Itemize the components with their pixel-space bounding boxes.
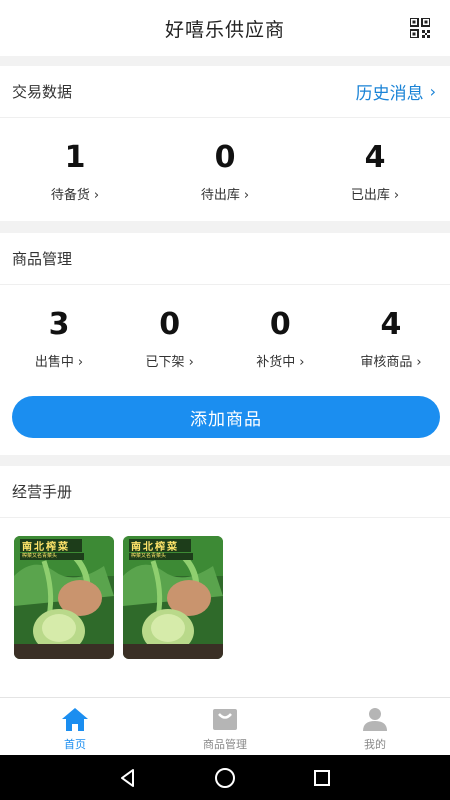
history-messages-link[interactable]: 历史消息 › — [356, 79, 436, 104]
stat-pending-outbound[interactable]: 0 待出库 › — [170, 140, 280, 203]
app-header: 好嘻乐供应商 — [0, 0, 450, 56]
business-manual-title: 经营手册 — [12, 483, 73, 501]
stat-delisted[interactable]: 0 已下架 › — [115, 307, 225, 370]
chevron-right-icon: › — [243, 188, 250, 203]
chevron-right-icon: › — [93, 188, 100, 203]
chevron-right-icon: › — [77, 355, 84, 370]
trade-data-title: 交易数据 — [12, 83, 73, 101]
thumbnail-caption: 南北榨菜 — [131, 542, 179, 553]
tab-mine[interactable]: 我的 — [300, 698, 450, 755]
home-icon — [62, 708, 88, 731]
stat-under-review[interactable]: 4 审核商品 › — [336, 307, 446, 370]
recents-icon[interactable] — [312, 768, 332, 788]
chevron-right-icon: › — [416, 355, 422, 370]
bottom-tab-bar: 首页 商品管理 我的 — [0, 697, 450, 755]
chevron-right-icon: › — [188, 355, 194, 370]
tab-home[interactable]: 首页 — [0, 698, 150, 755]
chevron-right-icon: › — [299, 355, 305, 370]
system-navigation-bar — [0, 755, 450, 800]
manual-article-thumbnail[interactable]: 南北榨菜 榨菜又名青菜头 — [123, 536, 223, 659]
stat-restocking[interactable]: 0 补货中 › — [225, 307, 335, 370]
trade-data-card: 交易数据 历史消息 › 1 待备货 › 0 待出库 › 4 已出库 › — [0, 66, 450, 221]
thumbnail-subcaption: 榨菜又名青菜头 — [22, 553, 58, 559]
chevron-right-icon: › — [393, 188, 400, 203]
chevron-right-icon: › — [429, 82, 436, 101]
qr-code-icon[interactable] — [410, 18, 430, 38]
bag-icon — [213, 709, 237, 730]
add-product-button[interactable]: 添加商品 — [12, 396, 440, 438]
business-manual-card: 经营手册 南北榨菜 榨菜又名青菜头 南北榨菜 榨菜又名青菜头 — [0, 466, 450, 697]
stat-on-sale[interactable]: 3 出售中 › — [4, 307, 114, 370]
thumbnail-subcaption: 榨菜又名青菜头 — [131, 553, 167, 559]
user-icon — [363, 708, 387, 731]
manual-article-thumbnail[interactable]: 南北榨菜 榨菜又名青菜头 — [14, 536, 114, 659]
stat-pending-stock[interactable]: 1 待备货 › — [20, 140, 130, 203]
stat-shipped[interactable]: 4 已出库 › — [320, 140, 430, 203]
home-circle-icon[interactable] — [214, 767, 236, 789]
tab-goods-management[interactable]: 商品管理 — [150, 698, 300, 755]
back-icon[interactable] — [118, 768, 138, 788]
app-title: 好嘻乐供应商 — [164, 18, 285, 41]
goods-management-title: 商品管理 — [12, 250, 73, 268]
thumbnail-caption: 南北榨菜 — [22, 542, 70, 553]
